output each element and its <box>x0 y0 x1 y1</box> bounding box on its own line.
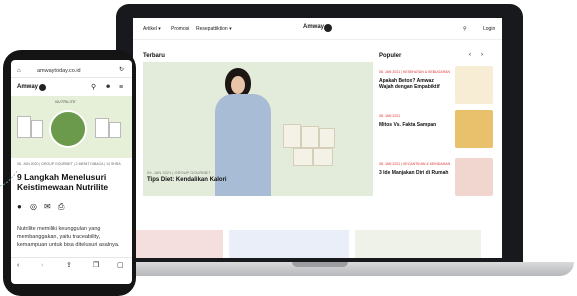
share-icon[interactable]: ⇪ <box>66 262 72 269</box>
produce-photo <box>49 110 87 148</box>
callout-line <box>0 169 19 187</box>
popular-item[interactable]: 08. JAN 2021 | KESEHATAN & KEBUGARAN Apa… <box>379 66 497 108</box>
nav-artikel[interactable]: Artikel ▾ <box>143 26 161 32</box>
back-icon[interactable]: ‹ <box>17 262 19 269</box>
popular-thumbnail <box>455 110 493 148</box>
laptop-screen: Artikel ▾ Promosi Resepattiktion ▾ Amway… <box>133 18 502 258</box>
site-navbar: Artikel ▾ Promosi Resepattiktion ▾ Amway… <box>133 18 502 40</box>
product-box <box>283 124 301 148</box>
brand-logo[interactable]: Amway <box>17 84 38 90</box>
section-terbaru: Terbaru <box>143 53 165 59</box>
hero-article-card[interactable]: 09. JAN 2021 | GROUP GOURMET Tips Diet: … <box>143 62 373 196</box>
forward-icon[interactable]: › <box>41 262 43 269</box>
popular-tag: 08. JAN 2021 <box>379 114 401 118</box>
menu-icon[interactable]: ≡ <box>119 84 123 91</box>
search-icon[interactable]: ⚲ <box>91 84 96 91</box>
product-box <box>313 148 333 166</box>
article-body: Nutrilite memiliki keunggulan yang memba… <box>17 226 120 248</box>
tabs-icon[interactable]: ▢ <box>117 262 124 269</box>
article-meta: 08. JUN 2020 | GROUP GOURMET | 2 MENIT D… <box>17 162 121 166</box>
popular-item[interactable]: 08. JAN 2021 Mitos Vs. Fakta Sampan <box>379 110 497 152</box>
divider <box>11 77 132 78</box>
print-icon[interactable]: ⎙ <box>58 203 64 211</box>
product-bottle <box>95 118 109 138</box>
product-bottle <box>31 120 43 138</box>
popular-title[interactable]: 3 Ide Manjakan Diri di Rumah <box>379 170 449 176</box>
article-card[interactable] <box>355 230 481 258</box>
product-box <box>301 126 319 148</box>
user-icon[interactable]: ☻ <box>105 84 111 90</box>
section-populer: Populer <box>379 53 402 59</box>
popular-item[interactable]: 08. JAN 2021 | KECANTIKAN & KEINDAHAN 3 … <box>379 158 497 200</box>
carousel-prev-icon[interactable]: ‹ <box>469 52 471 58</box>
product-box <box>293 148 313 166</box>
article-card[interactable] <box>133 230 223 258</box>
laptop-notch <box>292 262 348 267</box>
popular-title[interactable]: Apakah Betox? Amwaz Wajah dengan Empabik… <box>379 78 449 90</box>
url-bar[interactable]: amwaytoday.co.id <box>37 68 81 74</box>
nav-promosi[interactable]: Promosi <box>171 26 189 32</box>
hero-title[interactable]: Tips Diet: Kendalikan Kalori <box>147 177 227 183</box>
brand-logo[interactable]: Amway <box>303 24 324 30</box>
hero-person-face <box>231 76 245 94</box>
popular-tag: 08. JAN 2021 | KESEHATAN & KEBUGARAN <box>379 70 450 74</box>
divider <box>11 257 132 258</box>
popular-title[interactable]: Mitos Vs. Fakta Sampan <box>379 122 449 128</box>
brand-logo-badge <box>324 24 332 32</box>
article-title: 9 Langkah Menelusuri Keistimewaan Nutril… <box>17 172 109 192</box>
product-bottle <box>17 116 31 138</box>
home-icon[interactable]: ⌂ <box>17 68 21 74</box>
popular-tag: 08. JAN 2021 | KECANTIKAN & KEINDAHAN <box>379 162 451 166</box>
phone-screen: ⌂ amwaytoday.co.id ↻ Amway ⚲ ☻ ≡ NUTRILI… <box>11 60 132 284</box>
hero-meta: 09. JAN 2021 | GROUP GOURMET <box>147 170 211 175</box>
popular-thumbnail <box>455 66 493 104</box>
popular-thumbnail <box>455 158 493 196</box>
nav-resep[interactable]: Resepattiktion ▾ <box>196 26 232 32</box>
nutrilite-label: NUTRILITE <box>55 99 76 104</box>
article-hero-image: NUTRILITE <box>11 96 132 158</box>
carousel-next-icon[interactable]: › <box>481 52 483 58</box>
whatsapp-icon[interactable]: ◎ <box>30 203 37 211</box>
product-box <box>319 128 335 148</box>
brand-logo-badge <box>39 84 46 91</box>
bookmarks-icon[interactable]: ❒ <box>93 262 99 269</box>
login-link[interactable]: Login <box>483 26 495 32</box>
facebook-icon[interactable]: ● <box>17 203 22 211</box>
email-icon[interactable]: ✉ <box>44 203 51 211</box>
reload-icon[interactable]: ↻ <box>119 67 124 73</box>
article-card[interactable] <box>229 230 349 258</box>
product-bottle <box>109 122 121 138</box>
search-icon[interactable]: ⚲ <box>463 26 467 32</box>
